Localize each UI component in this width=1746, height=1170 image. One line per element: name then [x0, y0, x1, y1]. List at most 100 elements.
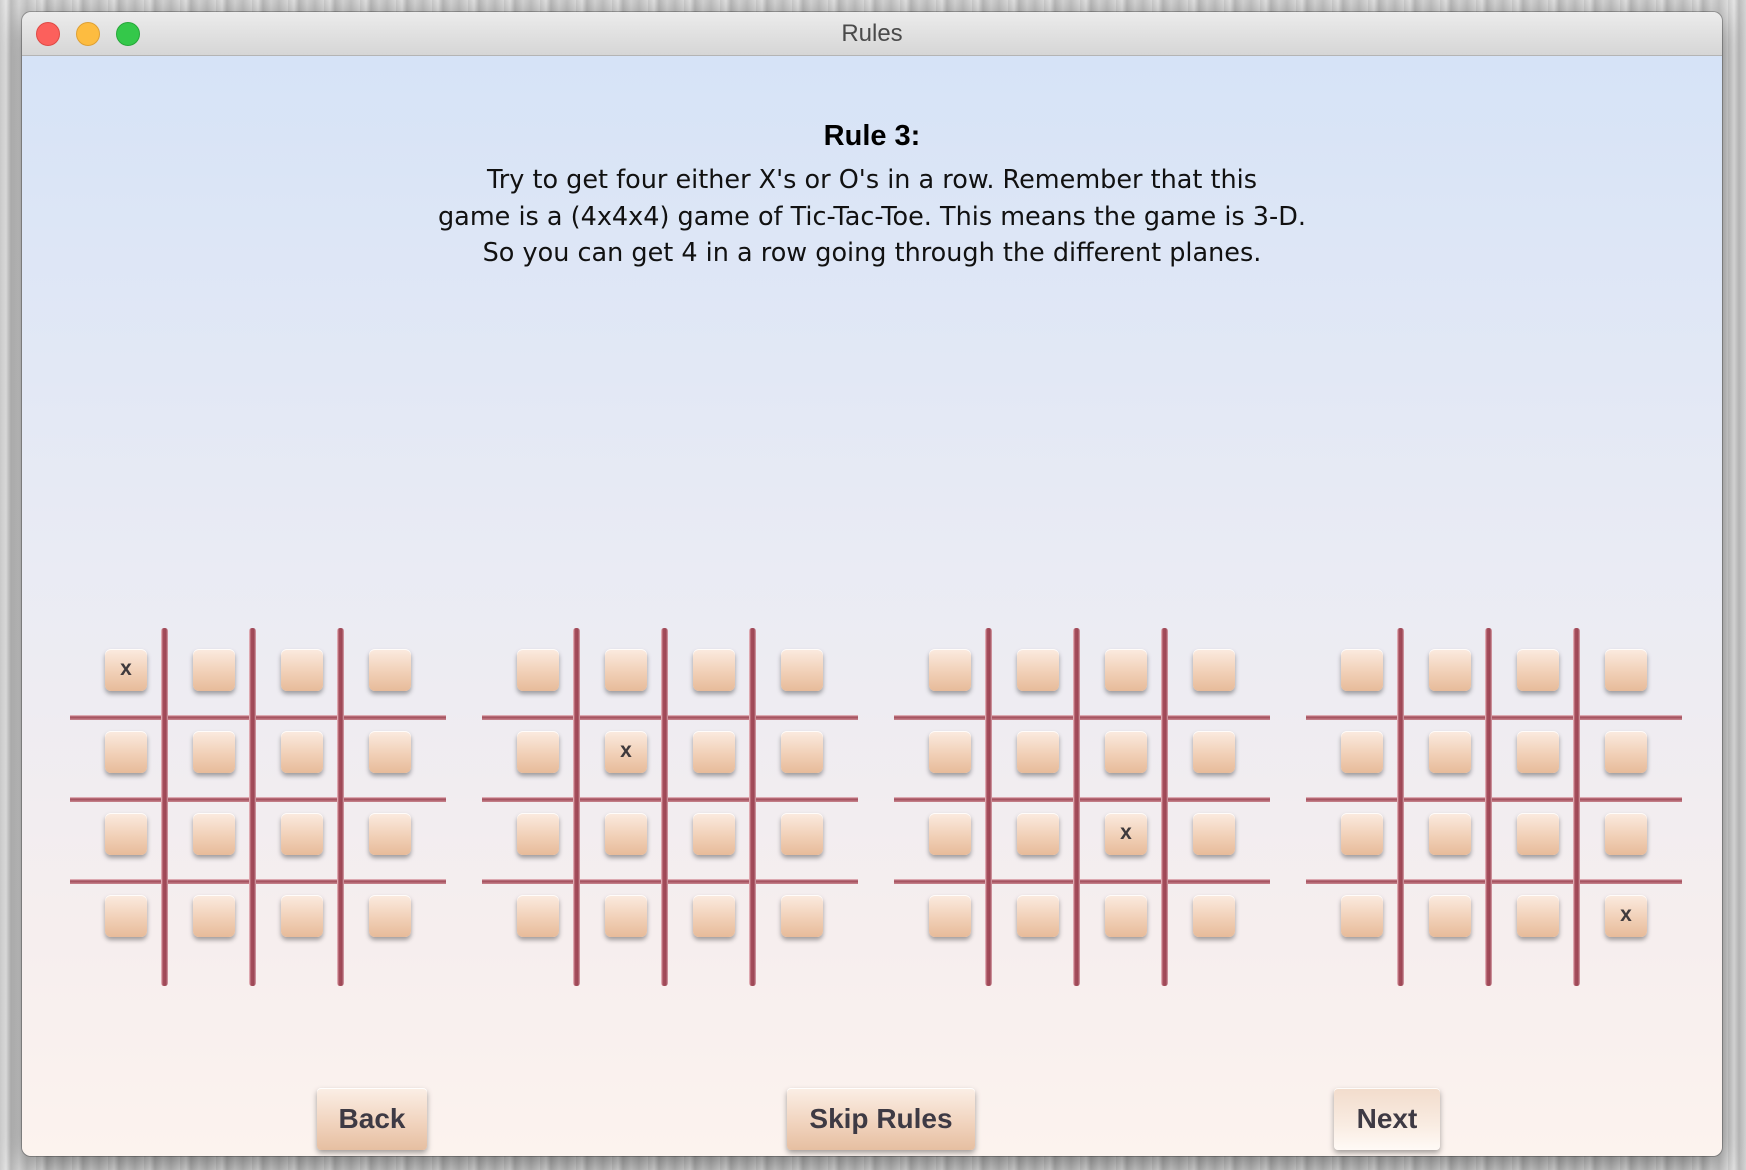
rules-window: Rules Rule 3: Try to get four either X's…	[22, 12, 1722, 1156]
board-plane-3: x	[894, 628, 1270, 986]
board-cell[interactable]	[1193, 813, 1235, 855]
grid-line-vertical	[1397, 628, 1404, 986]
board-cell[interactable]	[1517, 895, 1559, 937]
board-cell[interactable]	[1341, 813, 1383, 855]
board-cell[interactable]	[1105, 649, 1147, 691]
board-cell[interactable]	[929, 649, 971, 691]
grid-line-vertical	[337, 628, 344, 986]
title-bar: Rules	[22, 12, 1722, 56]
board-cell[interactable]	[193, 649, 235, 691]
board-cell[interactable]	[781, 895, 823, 937]
board-cell[interactable]	[929, 895, 971, 937]
grid-line-horizontal	[70, 797, 446, 802]
board-cell[interactable]	[193, 895, 235, 937]
board-cell[interactable]	[1017, 649, 1059, 691]
board-cell[interactable]	[1341, 649, 1383, 691]
board-cell[interactable]	[781, 813, 823, 855]
grid-line-vertical	[985, 628, 992, 986]
grid-line-horizontal	[482, 715, 858, 720]
board-cell[interactable]: x	[1605, 895, 1647, 937]
rule-line-1: Try to get four either X's or O's in a r…	[486, 165, 1258, 195]
board-cell[interactable]	[193, 813, 235, 855]
board-cell[interactable]	[781, 649, 823, 691]
board-cell[interactable]	[605, 895, 647, 937]
board-cell[interactable]	[281, 731, 323, 773]
board-cell[interactable]	[105, 895, 147, 937]
next-button[interactable]: Next	[1334, 1088, 1440, 1150]
grid-line-horizontal	[70, 879, 446, 884]
board-cell[interactable]	[605, 813, 647, 855]
board-cell[interactable]	[693, 813, 735, 855]
board-cell[interactable]	[105, 731, 147, 773]
back-button[interactable]: Back	[317, 1088, 427, 1150]
board-cell[interactable]: x	[605, 731, 647, 773]
board-cell[interactable]	[369, 895, 411, 937]
board-plane-4: x	[1306, 628, 1682, 986]
board-cell[interactable]	[693, 649, 735, 691]
board-cell[interactable]	[1105, 895, 1147, 937]
board-cell[interactable]	[1105, 731, 1147, 773]
grid-line-vertical	[1161, 628, 1168, 986]
grid-line-vertical	[1573, 628, 1580, 986]
board-cell[interactable]	[369, 649, 411, 691]
board-cell[interactable]	[693, 731, 735, 773]
board-cell[interactable]: x	[1105, 813, 1147, 855]
board-cell[interactable]	[1605, 731, 1647, 773]
rule-line-2: game is a (4x4x4) game of Tic-Tac-Toe. T…	[438, 201, 1306, 232]
board-cell[interactable]	[1341, 895, 1383, 937]
board-cell[interactable]: x	[105, 649, 147, 691]
board-cell[interactable]	[517, 895, 559, 937]
board-cell[interactable]	[1605, 813, 1647, 855]
rule-description: Try to get four either X's or O's in a r…	[22, 162, 1722, 272]
board-cell[interactable]	[693, 895, 735, 937]
board-cell[interactable]	[1517, 813, 1559, 855]
grid-line-horizontal	[1306, 879, 1682, 884]
board-cell[interactable]	[517, 649, 559, 691]
grid-line-horizontal	[482, 797, 858, 802]
board-cell[interactable]	[1605, 649, 1647, 691]
board-cell[interactable]	[1017, 813, 1059, 855]
board-cell[interactable]	[1429, 731, 1471, 773]
board-cell[interactable]	[929, 731, 971, 773]
grid-line-horizontal	[70, 715, 446, 720]
grid-line-horizontal	[482, 879, 858, 884]
board-cell[interactable]	[605, 649, 647, 691]
grid-line-horizontal	[1306, 715, 1682, 720]
grid-line-vertical	[249, 628, 256, 986]
grid-line-horizontal	[894, 879, 1270, 884]
board-cell[interactable]	[281, 649, 323, 691]
board-cell[interactable]	[517, 731, 559, 773]
board-cell[interactable]	[1193, 731, 1235, 773]
board-cell[interactable]	[781, 731, 823, 773]
grid-line-vertical	[573, 628, 580, 986]
grid-line-vertical	[661, 628, 668, 986]
board-cell[interactable]	[1429, 813, 1471, 855]
board-plane-2: x	[482, 628, 858, 986]
board-cell[interactable]	[1193, 649, 1235, 691]
board-cell[interactable]	[369, 813, 411, 855]
grid-line-vertical	[749, 628, 756, 986]
board-cell[interactable]	[1193, 895, 1235, 937]
board-cell[interactable]	[1017, 895, 1059, 937]
skip-rules-button[interactable]: Skip Rules	[787, 1088, 975, 1150]
board-cell[interactable]	[1429, 649, 1471, 691]
board-cell[interactable]	[281, 895, 323, 937]
board-cell[interactable]	[1341, 731, 1383, 773]
rules-content: Rule 3: Try to get four either X's or O'…	[22, 56, 1722, 1156]
grid-line-horizontal	[894, 797, 1270, 802]
window-title: Rules	[841, 20, 903, 47]
grid-line-vertical	[1485, 628, 1492, 986]
board-cell[interactable]	[929, 813, 971, 855]
rule-line-3: So you can get 4 in a row going through …	[482, 238, 1262, 268]
board-cell[interactable]	[369, 731, 411, 773]
board-cell[interactable]	[281, 813, 323, 855]
grid-line-horizontal	[1306, 797, 1682, 802]
grid-line-horizontal	[894, 715, 1270, 720]
board-cell[interactable]	[1517, 649, 1559, 691]
board-cell[interactable]	[193, 731, 235, 773]
board-cell[interactable]	[1517, 731, 1559, 773]
board-cell[interactable]	[105, 813, 147, 855]
board-cell[interactable]	[517, 813, 559, 855]
board-cell[interactable]	[1429, 895, 1471, 937]
board-cell[interactable]	[1017, 731, 1059, 773]
